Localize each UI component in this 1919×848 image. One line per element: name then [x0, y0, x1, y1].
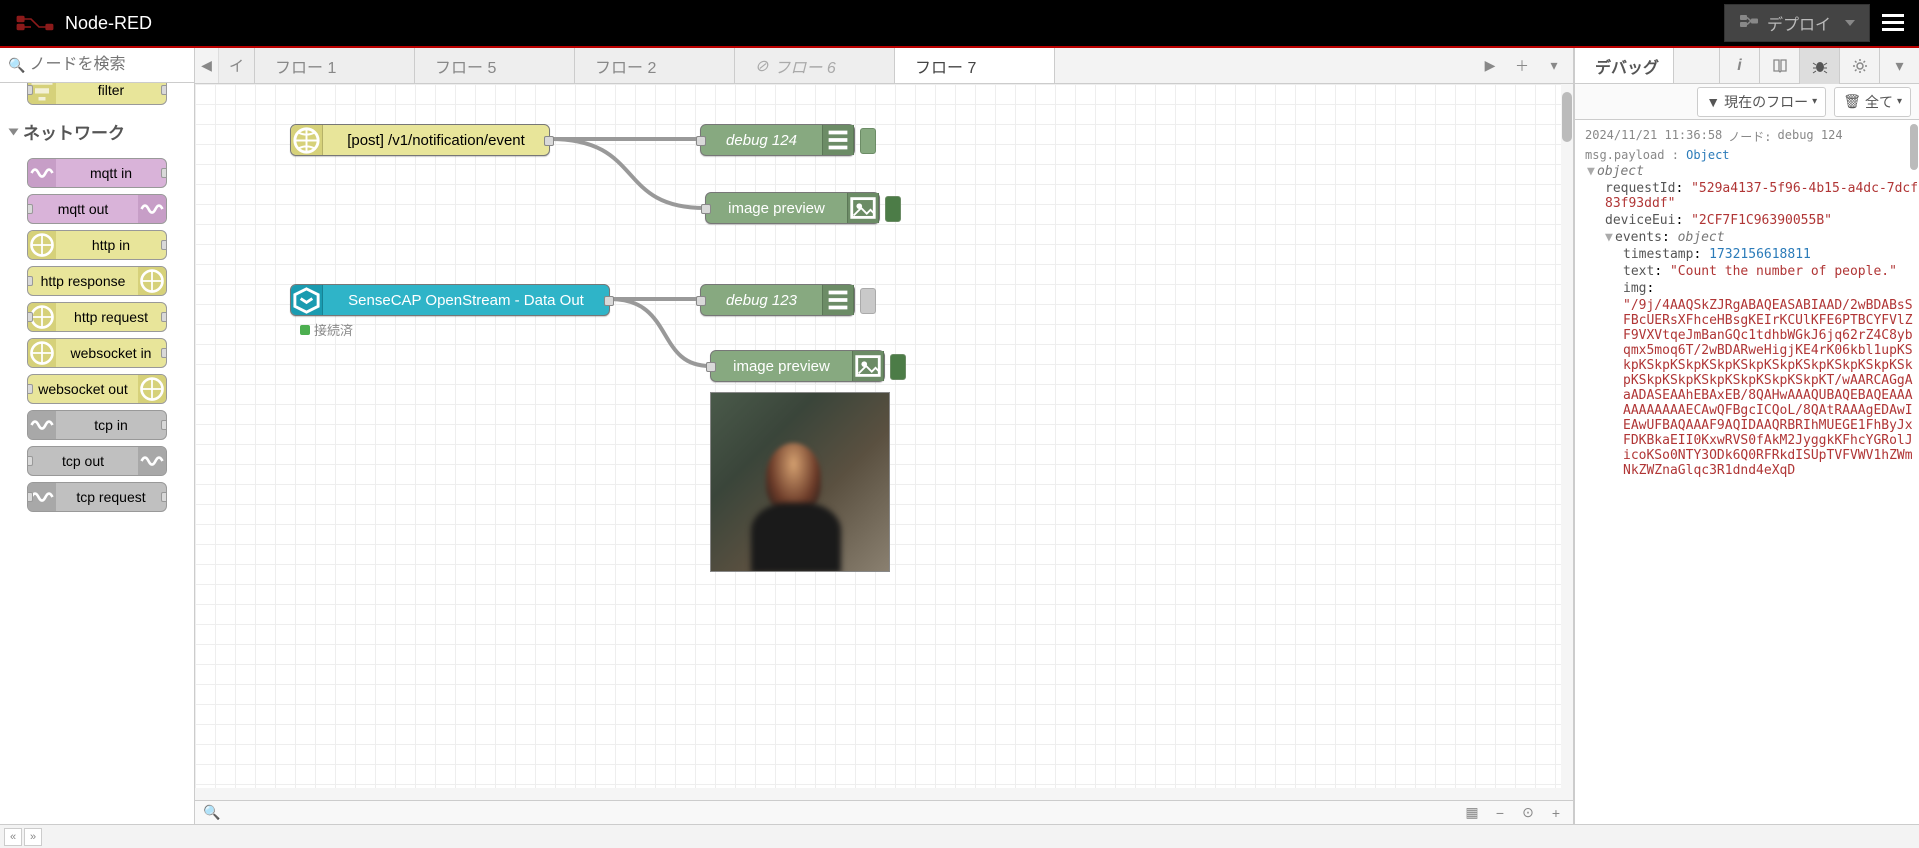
zoom-reset-button[interactable]: ⊙	[1517, 804, 1539, 822]
app-title: Node-RED	[65, 13, 152, 34]
palette-node-filter[interactable]: filter	[6, 83, 188, 105]
node-debug-123[interactable]: debug 123	[700, 284, 855, 316]
workspace-tab[interactable]: フロー 7	[895, 48, 1055, 83]
sidebar-tab-help[interactable]	[1759, 48, 1799, 84]
filter-icon: ▼	[1706, 94, 1720, 110]
workspace-tab[interactable]: フロー 5	[415, 48, 575, 83]
canvas-scrollbar-horizontal[interactable]	[195, 788, 1561, 800]
wave-icon	[28, 411, 56, 439]
deploy-label: デプロイ	[1767, 11, 1831, 35]
nodered-logo-icon	[15, 11, 55, 35]
image-icon	[852, 351, 884, 381]
deploy-icon	[1739, 14, 1759, 33]
wave-icon	[28, 159, 56, 187]
workspace-tab[interactable]: フロー 1	[255, 48, 415, 83]
main-menu-button[interactable]	[1882, 14, 1904, 32]
caret-down-icon	[9, 128, 19, 135]
palette-node[interactable]: tcp out	[6, 446, 188, 476]
tab-menu-button[interactable]: ▾	[1541, 53, 1567, 79]
node-sensecap[interactable]: SenseCAP OpenStream - Data Out	[290, 284, 610, 316]
palette-node[interactable]: http response	[6, 266, 188, 296]
image-toggle-button[interactable]	[890, 354, 906, 380]
debug-toolbar: ▼ 現在のフロー ▾ 🗑 全て ▾	[1575, 84, 1919, 120]
globe-icon	[138, 375, 166, 403]
tab-truncated[interactable]: イ	[219, 48, 255, 83]
debug-clear-dropdown[interactable]: 🗑 全て ▾	[1834, 87, 1911, 117]
globe-icon	[28, 339, 56, 367]
sidebar-tabbar: デバッグ i ▾	[1575, 48, 1919, 84]
node-image-preview-2[interactable]: image preview	[710, 350, 885, 382]
node-debug-124[interactable]: debug 124	[700, 124, 855, 156]
debug-icon	[822, 285, 854, 315]
sensecap-icon	[291, 285, 323, 315]
tab-scroll-left-button[interactable]: ◀	[195, 48, 219, 83]
palette-node[interactable]: mqtt in	[6, 158, 188, 188]
workspace-tabbar: ◀ イ フロー 1フロー 5フロー 2⊘フロー 6フロー 7 ▶ ＋ ▾	[195, 48, 1573, 84]
app-footer: « »	[0, 824, 1919, 848]
add-tab-button[interactable]: ＋	[1509, 53, 1535, 79]
workspace-footer: 🔍 ▦ − ⊙ +	[195, 800, 1573, 824]
image-preview-thumbnail	[710, 392, 890, 572]
node-status-sensecap: 接続済	[300, 320, 353, 339]
palette-panel: 🔍 filter ネットワーク mqtt in mqtt out http in ht…	[0, 48, 195, 824]
debug-message-meta: 2024/11/21 11:36:58 ノード: debug 124	[1575, 126, 1919, 147]
disabled-icon: ⊘	[755, 56, 768, 76]
tab-scroll-right-button[interactable]: ▶	[1477, 53, 1503, 79]
deploy-button[interactable]: デプロイ	[1724, 4, 1870, 42]
image-toggle-button[interactable]	[885, 196, 901, 222]
footer-navigator-button[interactable]: ▦	[1461, 804, 1483, 822]
globe-icon	[28, 231, 56, 259]
debug-scrollbar[interactable]	[1909, 120, 1919, 824]
palette-category-network[interactable]: ネットワーク	[6, 111, 188, 152]
flow-canvas[interactable]: [post] /v1/notification/event debug 124 …	[195, 84, 1573, 800]
node-image-preview-1[interactable]: image preview	[705, 192, 880, 224]
debug-icon	[822, 125, 854, 155]
caret-down-icon: ▾	[1897, 96, 1902, 107]
palette-node[interactable]: tcp request	[6, 482, 188, 512]
wave-icon	[138, 447, 166, 475]
sidebar-tab-debug[interactable]: デバッグ	[1575, 48, 1674, 83]
workspace: ◀ イ フロー 1フロー 5フロー 2⊘フロー 6フロー 7 ▶ ＋ ▾	[195, 48, 1574, 824]
palette-node[interactable]: mqtt out	[6, 194, 188, 224]
palette-node[interactable]: websocket out	[6, 374, 188, 404]
palette-collapse-button[interactable]: «	[4, 828, 22, 846]
palette-search-input[interactable]	[25, 52, 186, 78]
workspace-tab[interactable]: フロー 2	[575, 48, 735, 83]
palette-expand-button[interactable]: »	[24, 828, 42, 846]
logo: Node-RED	[15, 11, 152, 35]
sidebar-tab-menu[interactable]: ▾	[1879, 48, 1919, 84]
palette-node[interactable]: tcp in	[6, 410, 188, 440]
sidebar-tab-config[interactable]	[1839, 48, 1879, 84]
canvas-scrollbar-vertical[interactable]	[1561, 84, 1573, 800]
trash-icon: 🗑	[1843, 93, 1861, 110]
sidebar-tab-info[interactable]: i	[1719, 48, 1759, 84]
palette-search: 🔍	[0, 48, 194, 83]
image-icon	[847, 193, 879, 223]
debug-message-list: 2024/11/21 11:36:58 ノード: debug 124 msg.p…	[1575, 120, 1919, 824]
node-http-in[interactable]: [post] /v1/notification/event	[290, 124, 550, 156]
globe-icon	[138, 267, 166, 295]
search-icon: 🔍	[8, 57, 25, 74]
globe-icon	[291, 125, 323, 155]
zoom-out-button[interactable]: −	[1489, 804, 1511, 822]
workspace-tab[interactable]: ⊘フロー 6	[735, 48, 895, 83]
footer-search-button[interactable]: 🔍	[201, 804, 223, 822]
palette-node[interactable]: websocket in	[6, 338, 188, 368]
sidebar-panel: デバッグ i ▾ ▼ 現在のフロー ▾ 🗑 全て ▾	[1574, 48, 1919, 824]
palette-node[interactable]: http request	[6, 302, 188, 332]
sidebar-tab-debug[interactable]	[1799, 48, 1839, 84]
zoom-in-button[interactable]: +	[1545, 804, 1567, 822]
debug-filter-dropdown[interactable]: ▼ 現在のフロー ▾	[1697, 87, 1826, 117]
debug-message-path: msg.payload : Object	[1575, 147, 1919, 163]
app-header: Node-RED デプロイ	[0, 0, 1919, 48]
caret-down-icon: ▾	[1812, 96, 1817, 107]
palette-node[interactable]: http in	[6, 230, 188, 260]
debug-toggle-button[interactable]	[860, 128, 876, 154]
caret-down-icon	[1845, 20, 1855, 26]
debug-toggle-button[interactable]	[860, 288, 876, 314]
wave-icon	[138, 195, 166, 223]
